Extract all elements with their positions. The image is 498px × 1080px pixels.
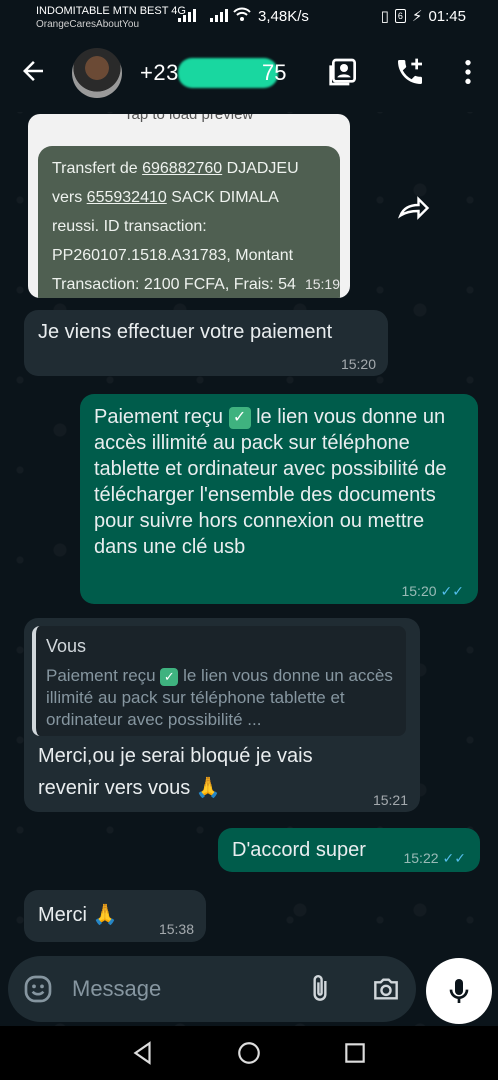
system-nav-bar — [0, 1026, 498, 1080]
incoming-message[interactable]: Merci 🙏 15:38 — [24, 890, 206, 942]
vibrate-icon: ▯ — [380, 8, 389, 25]
check-mark-emoji-icon: ✓ — [228, 406, 251, 429]
forward-icon[interactable] — [396, 190, 432, 226]
battery-icon: 6 — [394, 9, 406, 23]
signal-icon-2 — [210, 9, 228, 22]
message-time: 15:20 — [340, 356, 376, 372]
contact-name-suffix[interactable]: 75 — [262, 60, 286, 86]
network-speed: 3,48K/s — [258, 8, 309, 25]
forwarded-text: Transfert de 696882760 DJADJEU vers 6559… — [52, 154, 332, 298]
message-time-row: 15:20 ✓✓ — [401, 583, 464, 600]
wifi-hotspot-icon — [233, 7, 251, 21]
message-text: D'accord super — [232, 839, 366, 861]
read-ticks-icon: ✓✓ — [440, 583, 464, 599]
fwd-line5: Transaction: 2100 FCFA, Frais: 54 — [52, 276, 296, 293]
nav-recents-icon[interactable] — [342, 1040, 368, 1066]
tap-to-load-label[interactable]: Tap to load preview — [124, 114, 253, 123]
contact-name[interactable]: +23 — [140, 60, 179, 86]
back-arrow-icon[interactable] — [18, 56, 48, 86]
emoji-icon[interactable] — [22, 973, 54, 1005]
check-mark-emoji-icon: ✓ — [160, 667, 179, 686]
message-text: Merci 🙏 — [38, 902, 117, 928]
outgoing-message[interactable]: Paiement reçu ✓ le lien vous donne un ac… — [80, 394, 478, 604]
quoted-message[interactable]: Vous Paiement reçu ✓ le lien vous donne … — [32, 626, 406, 736]
camera-icon[interactable] — [370, 973, 402, 1005]
quote-text: Paiement reçu ✓ le lien vous donne un ac… — [46, 665, 396, 731]
fwd-line3: reussi. ID transaction: — [52, 218, 207, 235]
clock: 01:45 — [428, 7, 466, 25]
incoming-reply-message[interactable]: Vous Paiement reçu ✓ le lien vous donne … — [24, 618, 420, 812]
message-input[interactable]: Message — [72, 976, 161, 1002]
outgoing-message[interactable]: D'accord super 15:22 ✓✓ — [218, 828, 480, 872]
message-text-part-2: le lien vous donne un accès illimité au … — [94, 406, 447, 558]
message-composer[interactable]: Message — [8, 956, 416, 1022]
nav-home-icon[interactable] — [236, 1040, 262, 1066]
fwd-line4: PP260107.1518.A31783, Montant — [52, 247, 294, 264]
praying-hands-emoji-icon: 🙏 — [92, 904, 118, 926]
message-time: 15:21 — [372, 792, 408, 808]
read-ticks-icon: ✓✓ — [442, 850, 466, 866]
message-text: Paiement reçu ✓ le lien vous donne un ac… — [94, 404, 454, 560]
message-time: 15:22 — [403, 850, 439, 866]
fwd-line2: vers — [52, 189, 87, 206]
carrier-name-1: INDOMITABLE MTN BEST 4G — [36, 5, 186, 17]
mic-icon — [449, 979, 469, 1003]
status-bar: INDOMITABLE MTN BEST 4G OrangeCaresAbout… — [0, 0, 498, 34]
signal-icon — [178, 9, 196, 22]
carrier-name-2: OrangeCaresAboutYou — [36, 19, 140, 30]
chat-header: +23 75 — [0, 34, 498, 112]
message-text: Je viens effectuer votre paiement — [38, 321, 333, 343]
incoming-message[interactable]: Je viens effectuer votre paiement 15:20 — [24, 310, 388, 376]
message-time-row: 15:22 ✓✓ — [403, 850, 466, 867]
praying-hands-emoji-icon: 🙏 — [195, 777, 221, 799]
forwarded-screenshot: Transfert de 696882760 DJADJEU vers 6559… — [38, 146, 340, 298]
message-time: 15:38 — [158, 921, 194, 937]
message-text-part-1: Paiement reçu — [94, 406, 229, 428]
message-text-body: Merci — [38, 904, 87, 926]
fwd-line1: Transfert de — [52, 160, 143, 177]
video-call-icon[interactable] — [328, 56, 360, 88]
more-options-icon[interactable] — [452, 56, 484, 88]
status-right: ▯ 6 ⚡ 01:45 — [380, 7, 466, 26]
add-call-icon[interactable] — [394, 56, 426, 88]
fwd-phone-link-1: 696882760 — [142, 160, 223, 177]
attach-icon[interactable] — [304, 973, 336, 1005]
avatar[interactable] — [72, 48, 122, 98]
fwd-phone-link-2: 655932410 — [86, 189, 167, 206]
voice-message-button[interactable] — [426, 958, 492, 1024]
quote-author: Vous — [46, 636, 87, 656]
fwd-line2-end: SACK DIMALA — [166, 189, 279, 206]
charging-icon: ⚡ — [411, 8, 423, 25]
quote-text-part-1: Paiement reçu — [46, 666, 161, 685]
fwd-line1-end: DJADJEU — [222, 160, 299, 177]
message-text: Merci,ou je serai bloqué je vais revenir… — [38, 740, 368, 804]
message-time: 15:20 — [401, 583, 437, 599]
nav-back-icon[interactable] — [130, 1040, 156, 1066]
forwarded-image-message[interactable]: Tap to load preview Transfert de 6968827… — [28, 114, 350, 298]
message-text-body: Merci,ou je serai bloqué je vais revenir… — [38, 745, 313, 799]
message-time: 15:19 — [304, 276, 340, 292]
